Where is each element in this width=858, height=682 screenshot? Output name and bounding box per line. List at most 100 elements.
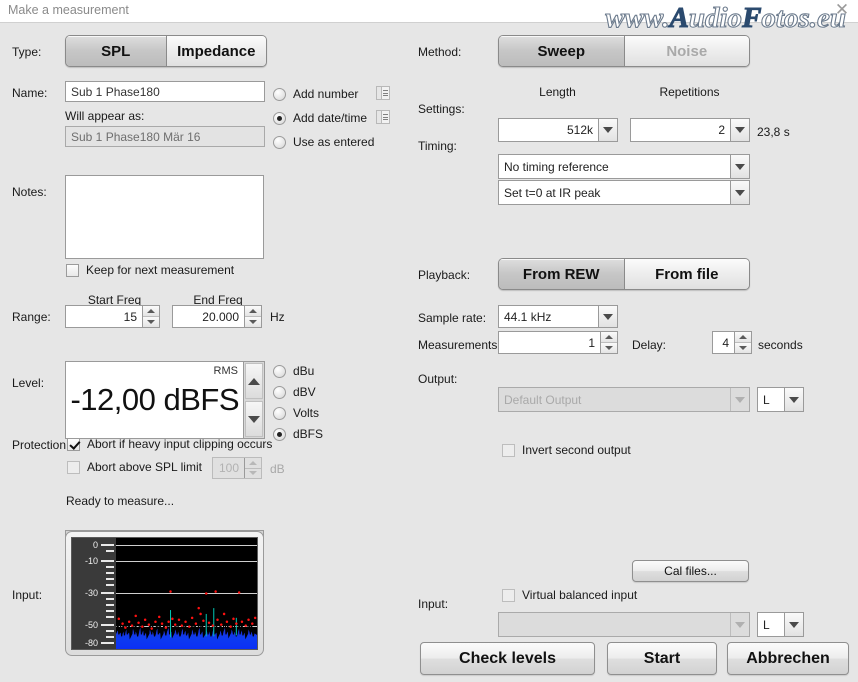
radio-add-number[interactable]	[273, 87, 286, 101]
chevron-down-icon[interactable]	[598, 119, 617, 141]
add-number-format-icon[interactable]	[376, 86, 390, 100]
name-input[interactable]: Sub 1 Phase180	[65, 81, 265, 102]
level-value: -12,00 dBFS	[70, 382, 239, 417]
delay-spin-buttons[interactable]	[734, 332, 751, 353]
invert-second-output-checkbox[interactable]	[502, 443, 515, 457]
spin-up-icon[interactable]	[143, 306, 159, 317]
measurements-spinner[interactable]: 1	[498, 331, 618, 354]
level-box[interactable]: RMS -12,00 dBFS	[65, 361, 265, 439]
level-unit-label: Volts	[293, 406, 320, 420]
add-datetime-format-icon[interactable]	[376, 110, 390, 124]
chevron-down-icon[interactable]	[730, 181, 749, 204]
chevron-down-icon[interactable]	[784, 613, 803, 636]
level-unit-dbv[interactable]: dBV	[273, 385, 316, 399]
level-spin-buttons[interactable]	[243, 362, 264, 438]
keep-notes-checkbox[interactable]	[66, 263, 79, 277]
range-label: Range:	[12, 310, 51, 324]
end-freq-spinner[interactable]: 20.000	[172, 305, 262, 328]
length-value: 512k	[566, 123, 593, 137]
type-option-spl[interactable]: SPL	[66, 36, 167, 66]
measurements-spin-buttons[interactable]	[600, 332, 617, 353]
naming-option-add-number[interactable]: Add number	[273, 87, 358, 101]
sample-rate-combo[interactable]: 44.1 kHz	[498, 305, 618, 328]
method-toggle[interactable]: Sweep Noise	[498, 35, 750, 67]
spectrum-svg	[116, 590, 257, 649]
start-freq-value[interactable]: 15	[66, 306, 142, 327]
check-levels-label: Check levels	[459, 649, 556, 667]
cal-files-button[interactable]: Cal files...	[632, 560, 749, 582]
start-freq-spin-buttons[interactable]	[142, 306, 159, 327]
spin-up-icon[interactable]	[245, 306, 261, 317]
length-combo[interactable]: 512k	[498, 118, 618, 142]
keep-notes-label: Keep for next measurement	[86, 263, 235, 277]
spin-down-icon	[245, 468, 261, 478]
meter-tick-label: 0	[92, 540, 98, 550]
delay-spinner[interactable]: 4	[712, 331, 752, 354]
naming-option-use-as-entered[interactable]: Use as entered	[273, 135, 374, 149]
abort-spl-row[interactable]: Abort above SPL limit	[67, 460, 202, 474]
repetitions-combo[interactable]: 2	[630, 118, 750, 142]
input-channel-combo[interactable]: L	[757, 612, 804, 637]
invert-second-output-row[interactable]: Invert second output	[502, 443, 631, 457]
delay-label: Delay:	[632, 338, 667, 352]
virtual-balanced-input-checkbox[interactable]	[502, 588, 515, 602]
playback-toggle[interactable]: From REW From file	[498, 258, 750, 290]
keep-notes-checkbox-row[interactable]: Keep for next measurement	[66, 263, 234, 277]
level-spin-up-icon[interactable]	[245, 363, 263, 399]
level-spin-down-icon[interactable]	[245, 401, 263, 437]
virtual-balanced-input-row[interactable]: Virtual balanced input	[502, 588, 637, 602]
cancel-button[interactable]: Abbrechen	[727, 642, 849, 675]
radio-add-datetime[interactable]	[273, 111, 286, 125]
meter-spectrum-plot	[116, 538, 257, 649]
radio-dbu[interactable]	[273, 364, 286, 378]
level-unit-dbfs[interactable]: dBFS	[273, 427, 323, 441]
output-channel-combo[interactable]: L	[757, 387, 804, 412]
radio-dbfs[interactable]	[273, 427, 286, 441]
chevron-down-icon[interactable]	[598, 306, 617, 327]
check-levels-button[interactable]: Check levels	[420, 642, 595, 675]
input-level-meter[interactable]: 0 -10 -30 -50 -80	[65, 531, 264, 656]
spin-up-icon	[245, 458, 261, 469]
radio-volts[interactable]	[273, 406, 286, 420]
timing-reference-combo[interactable]: No timing reference	[498, 154, 750, 179]
level-unit-volts[interactable]: Volts	[273, 406, 319, 420]
timing-t0-combo[interactable]: Set t=0 at IR peak	[498, 180, 750, 205]
delay-value[interactable]: 4	[713, 332, 734, 353]
level-unit-dbu[interactable]: dBu	[273, 364, 314, 378]
spin-down-icon[interactable]	[735, 343, 751, 353]
notes-textarea[interactable]	[65, 175, 264, 259]
radio-dbv[interactable]	[273, 385, 286, 399]
playback-option-from-rew[interactable]: From REW	[499, 259, 625, 289]
end-freq-spin-buttons[interactable]	[244, 306, 261, 327]
abort-clipping-checkbox[interactable]	[67, 437, 80, 451]
spin-down-icon[interactable]	[601, 343, 617, 353]
chevron-down-icon[interactable]	[730, 155, 749, 178]
meter-tick-label: -10	[84, 556, 98, 566]
spin-up-icon[interactable]	[601, 332, 617, 343]
close-icon[interactable]: ✕	[833, 1, 851, 19]
naming-option-label: Add date/time	[293, 111, 368, 125]
playback-option-from-file[interactable]: From file	[624, 259, 749, 289]
level-display[interactable]: RMS -12,00 dBFS	[66, 362, 243, 438]
type-toggle[interactable]: SPL Impedance	[65, 35, 267, 67]
naming-option-add-datetime[interactable]: Add date/time	[273, 111, 367, 125]
spin-down-icon[interactable]	[245, 317, 261, 327]
db-unit-label: dB	[270, 462, 285, 476]
end-freq-value[interactable]: 20.000	[173, 306, 244, 327]
start-label: Start	[643, 649, 681, 667]
chevron-down-icon[interactable]	[784, 388, 803, 411]
spin-down-icon[interactable]	[143, 317, 159, 327]
spin-up-icon[interactable]	[735, 332, 751, 343]
radio-use-as-entered[interactable]	[273, 135, 286, 149]
abort-spl-checkbox[interactable]	[67, 460, 80, 474]
abort-clipping-label: Abort if heavy input clipping occurs	[87, 437, 273, 451]
type-option-impedance[interactable]: Impedance	[166, 36, 266, 66]
start-freq-spinner[interactable]: 15	[65, 305, 160, 328]
method-option-sweep[interactable]: Sweep	[499, 36, 625, 66]
start-button[interactable]: Start	[607, 642, 717, 675]
abort-clipping-row[interactable]: Abort if heavy input clipping occurs	[67, 437, 272, 451]
method-option-noise[interactable]: Noise	[624, 36, 749, 66]
measurements-value[interactable]: 1	[499, 332, 600, 353]
status-text: Ready to measure...	[66, 494, 175, 508]
chevron-down-icon[interactable]	[730, 119, 749, 141]
